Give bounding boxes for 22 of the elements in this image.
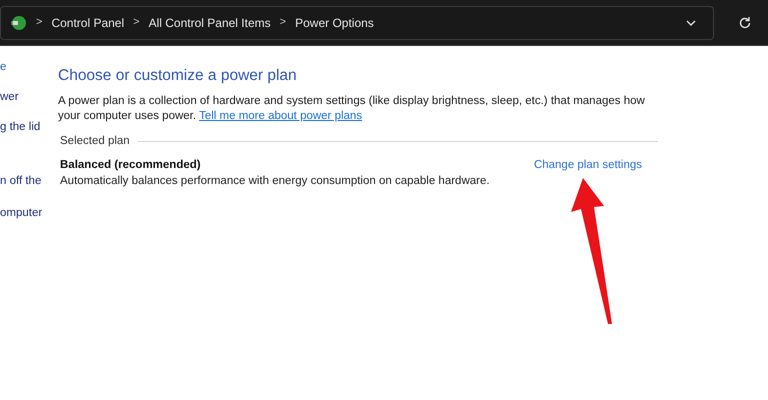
breadcrumb[interactable]: Power Options <box>295 14 374 32</box>
sidebar-link[interactable]: wer <box>0 90 58 104</box>
sidebar-link[interactable]: e <box>0 60 58 74</box>
section-label: Selected plan <box>60 134 130 149</box>
breadcrumb-separator: > <box>280 15 286 30</box>
description-text: A power plan is a collection of hardware and system settings (like display brightness, sleep, etc.) that manages how your computer uses power. Tell me more about power plans <box>58 94 646 124</box>
breadcrumb-separator: > <box>133 15 140 30</box>
breadcrumb-separator: > <box>36 15 42 30</box>
learn-more-link[interactable]: Tell me more about power plans <box>199 110 362 122</box>
control-panel-icon <box>9 14 27 32</box>
breadcrumb[interactable]: All Control Panel Items <box>148 14 271 32</box>
page-heading: Choose or customize a power plan <box>58 67 298 85</box>
refresh-icon[interactable] <box>738 16 752 30</box>
sidebar-link[interactable]: omputer <box>0 206 58 220</box>
address-bar[interactable]: > Control Panel > All Control Panel Items > Power Options <box>0 6 714 40</box>
breadcrumb[interactable]: Control Panel <box>51 14 124 32</box>
plan-description: Automatically balances performance with energy consumption on capable hardware. <box>60 174 491 190</box>
chevron-down-icon[interactable] <box>685 18 697 26</box>
change-plan-settings-link[interactable]: Change plan settings <box>534 158 642 174</box>
sidebar-link[interactable]: n off the <box>0 174 58 188</box>
sidebar-link[interactable]: g the lid <box>0 120 58 134</box>
plan-name: Balanced (recommended) <box>60 158 202 174</box>
